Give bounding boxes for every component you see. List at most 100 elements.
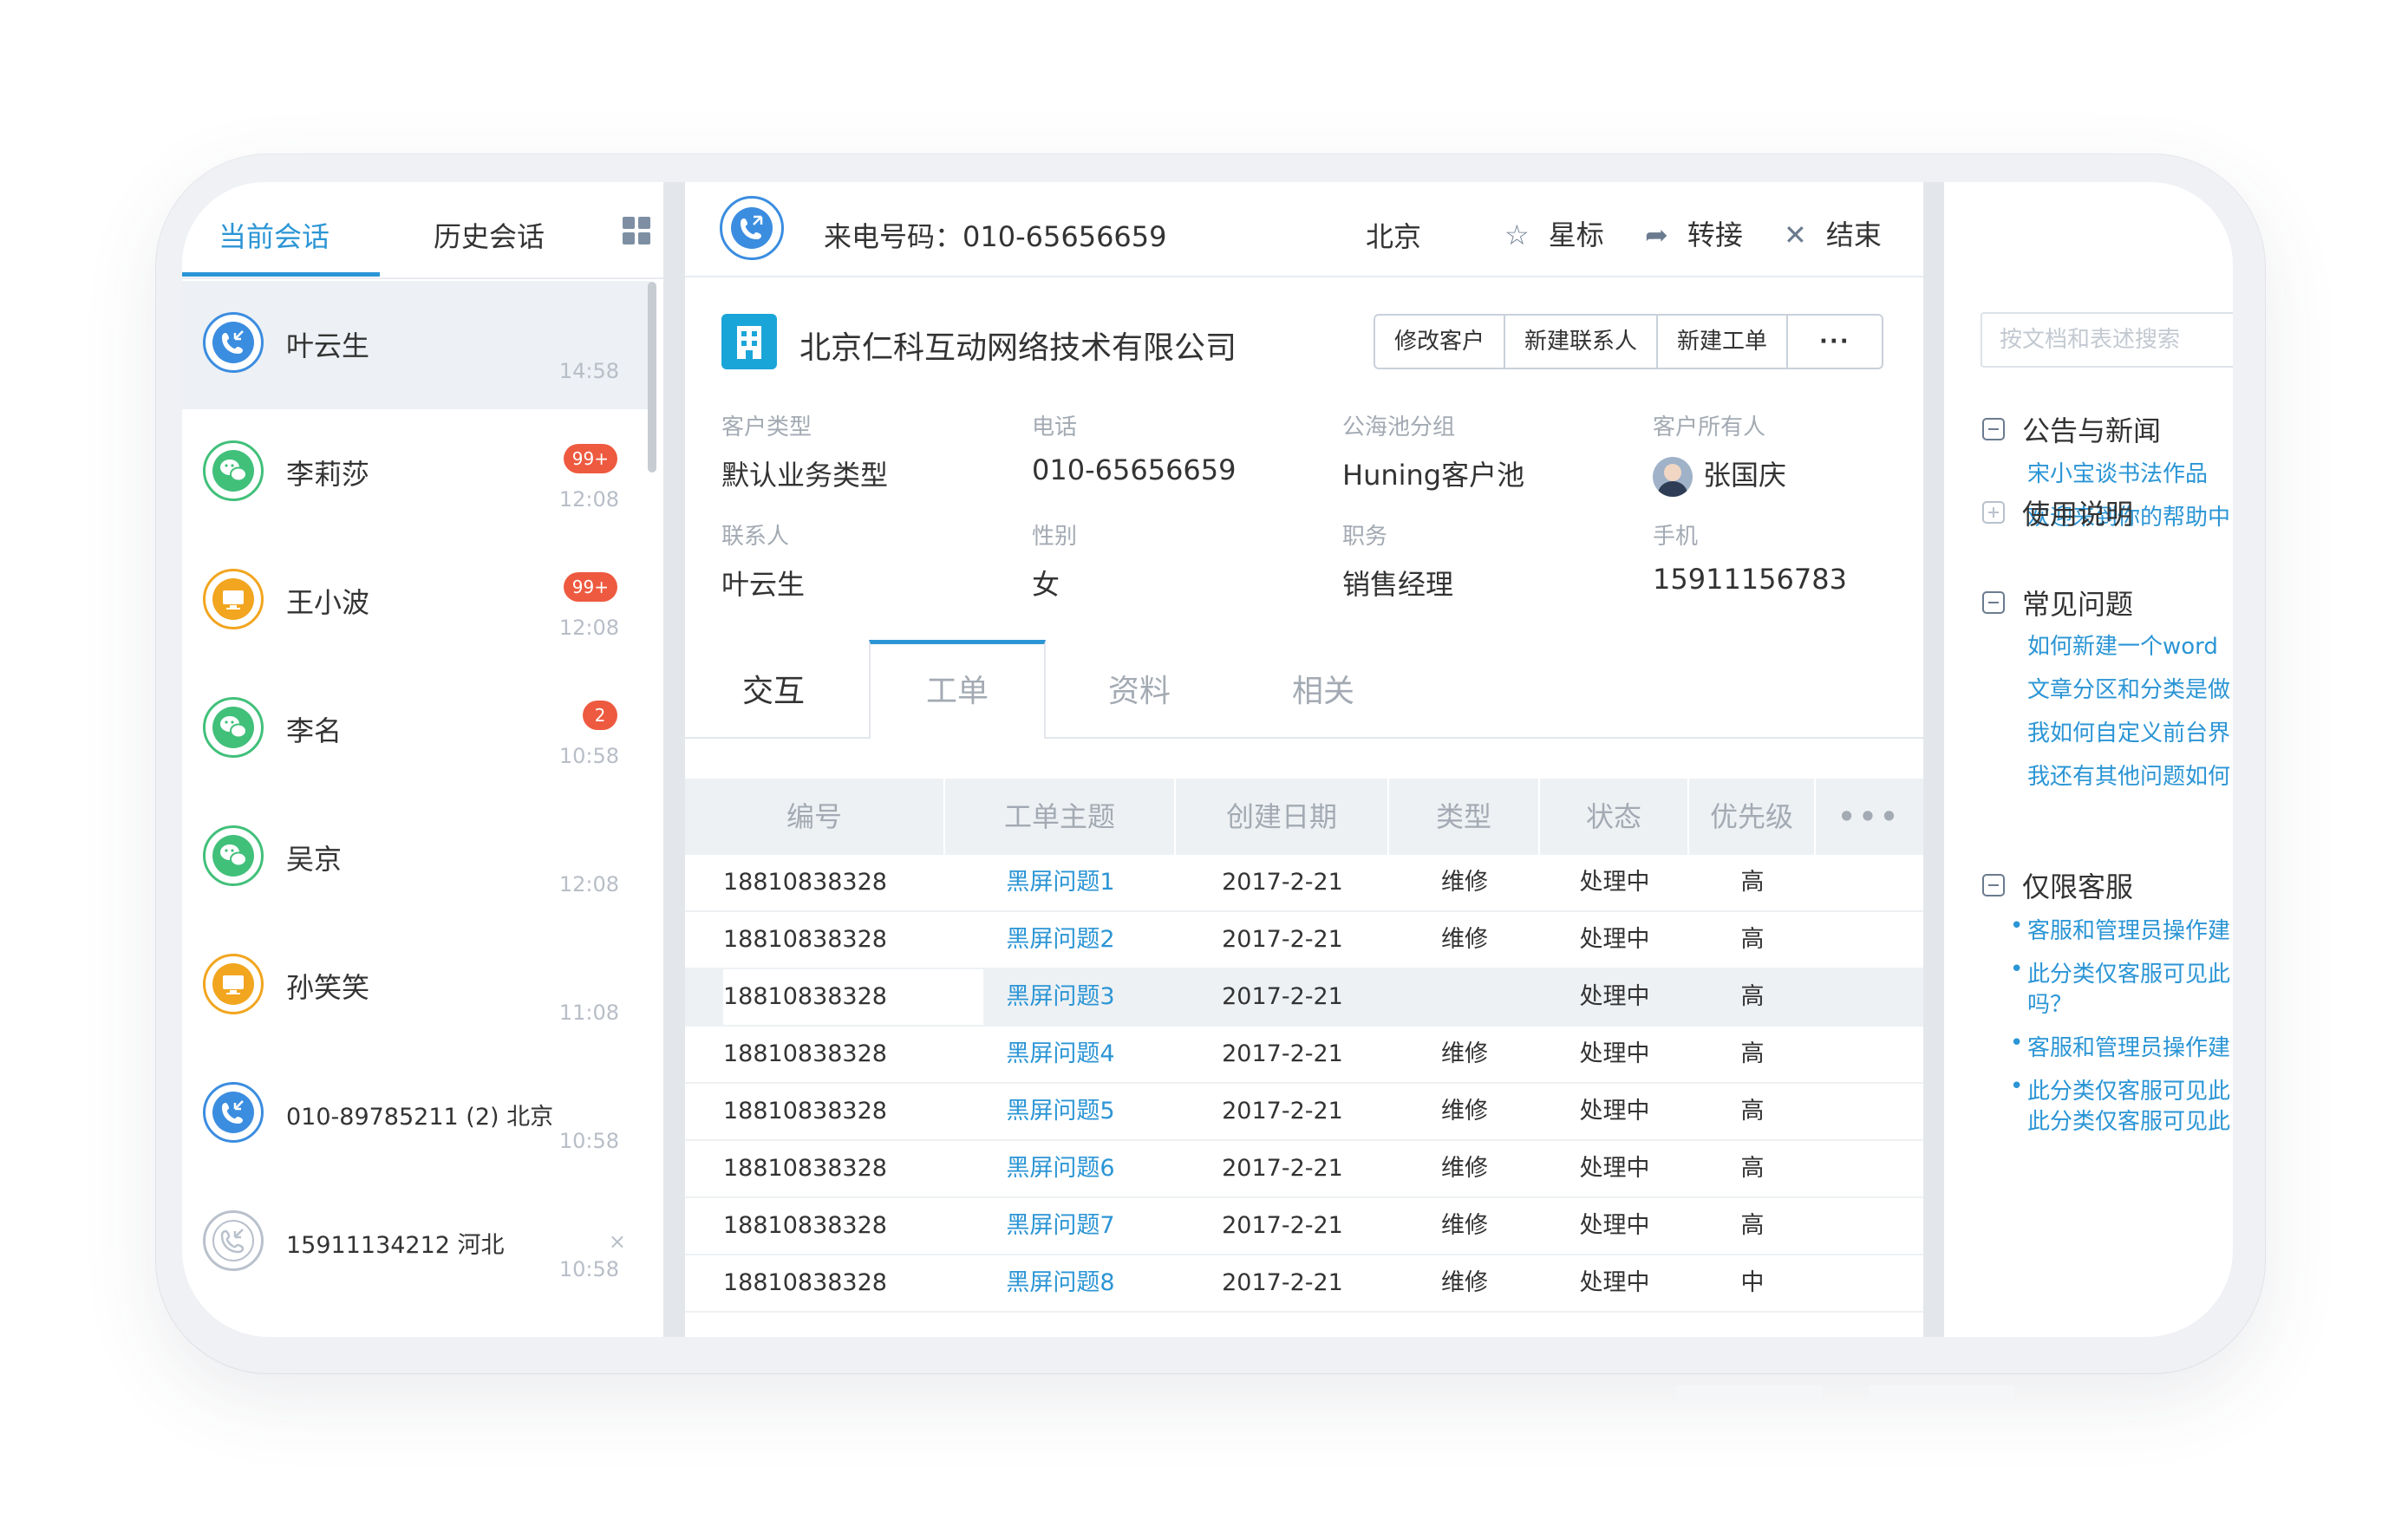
session-scrollbar[interactable] <box>648 282 656 473</box>
table-row[interactable]: 18810838328 黑屏问题2 2017-2-21 维修 处理中 高 <box>685 912 1923 969</box>
col-subject-cell[interactable]: 黑屏问题7 <box>945 1198 1176 1254</box>
expand-icon[interactable] <box>1982 501 2005 524</box>
collapse-icon[interactable] <box>1982 418 2005 440</box>
kb-section-announcements[interactable]: 公告与新闻 <box>1982 409 2161 449</box>
session-name: 15911134212 河北 <box>286 1232 505 1259</box>
kb-article-link[interactable]: 客服和管理员操作建 <box>2010 913 2230 945</box>
col-number-header: 编号 <box>685 779 945 855</box>
col-subject-cell[interactable]: 黑屏问题3 <box>945 969 1176 1025</box>
col-subject-cell[interactable]: 黑屏问题8 <box>945 1255 1176 1311</box>
kb-article-link[interactable]: 我如何自定义前台界 <box>2027 715 2230 747</box>
field-value: 010-65656659 <box>1032 453 1237 486</box>
table-row[interactable]: 18810838328 黑屏问题8 2017-2-21 维修 处理中 中 <box>685 1255 1923 1313</box>
unread-badge: 99+ <box>563 444 617 473</box>
tab-interaction[interactable]: 交互 <box>742 666 805 711</box>
col-subject-cell[interactable]: 黑屏问题2 <box>945 912 1176 968</box>
more-actions-button[interactable]: ··· <box>1788 316 1882 368</box>
table-row[interactable]: 18810838328 黑屏问题6 2017-2-21 维修 处理中 高 <box>685 1141 1923 1198</box>
col-subject-cell[interactable]: 黑屏问题6 <box>945 1141 1176 1196</box>
table-row[interactable]: 18810838328 黑屏问题5 2017-2-21 维修 处理中 高 <box>685 1084 1923 1141</box>
company-building-icon <box>721 314 777 369</box>
table-row[interactable]: 18810838328 黑屏问题3 2017-2-21 处理中 高 <box>685 969 1923 1027</box>
session-item[interactable]: 李名 10:58 2 <box>182 666 650 794</box>
grid-icon[interactable] <box>623 217 652 246</box>
session-item[interactable]: 孙笑笑 11:08 <box>182 922 650 1051</box>
owner-name: 张国庆 <box>1703 459 1787 492</box>
collapse-icon[interactable] <box>1982 874 2005 896</box>
col-more-header[interactable]: ••• <box>1816 779 1923 855</box>
kb-section-faq[interactable]: 常见问题 <box>1982 583 2133 623</box>
table-row[interactable]: 18810838328 黑屏问题7 2017-2-21 维修 处理中 高 <box>685 1198 1923 1255</box>
field-contact: 联系人 叶云生 <box>721 518 805 603</box>
end-call-button[interactable]: ✕ 结束 <box>1784 213 1882 253</box>
session-item[interactable]: 李莉莎 12:08 99+ <box>182 409 650 538</box>
col-subject-cell[interactable]: 黑屏问题5 <box>945 1084 1176 1139</box>
field-value: 销售经理 <box>1342 568 1454 601</box>
kb-article-link[interactable]: 客服和管理员操作建 <box>2010 1030 2230 1062</box>
tab-related[interactable]: 相关 <box>1292 666 1354 711</box>
col-subject-cell[interactable]: 黑屏问题4 <box>945 1027 1176 1082</box>
wechat-icon <box>203 697 264 758</box>
col-status-cell: 处理中 <box>1579 1269 1650 1296</box>
call-bar: 来电号码：010-65656659 北京 ☆ 星标 ➦ 转接 ✕ 结束 <box>685 182 1923 277</box>
kb-search-input[interactable] <box>1982 314 2233 366</box>
kb-article-link[interactable]: 此分类仅客服可见此 <box>2010 956 2230 988</box>
table-row[interactable]: 18810838328 黑屏问题1 2017-2-21 维修 处理中 高 <box>685 855 1923 912</box>
wechat-icon <box>203 440 264 501</box>
col-status-cell: 处理中 <box>1579 1155 1650 1182</box>
session-item[interactable]: 叶云生 14:58 <box>182 281 650 409</box>
edit-customer-button[interactable]: 修改客户 <box>1375 316 1506 368</box>
session-item[interactable]: 吴京 12:08 <box>182 794 650 922</box>
owner-avatar <box>1653 457 1693 497</box>
star-button[interactable]: ☆ 星标 <box>1504 213 1604 253</box>
kb-section-usage[interactable]: 使用说明 <box>1982 492 2133 532</box>
detail-tabs: 交互 工单 资料 相关 <box>685 640 1923 739</box>
col-created-cell: 2017-2-21 <box>1222 1269 1343 1296</box>
session-name: 吴京 <box>286 843 343 876</box>
section-title: 常见问题 <box>2022 588 2134 621</box>
field-value: 女 <box>1032 568 1060 601</box>
field-label: 职务 <box>1342 524 1388 550</box>
session-item[interactable]: 15911134212 河北 10:58 × <box>182 1179 650 1307</box>
table-row[interactable]: 18810838328 黑屏问题4 2017-2-21 维修 处理中 高 <box>685 1027 1923 1084</box>
session-item[interactable]: 王小波 12:08 99+ <box>182 538 650 666</box>
col-status-cell: 处理中 <box>1579 869 1650 896</box>
new-ticket-button[interactable]: 新建工单 <box>1658 316 1789 368</box>
kb-article-link[interactable]: 如何新建一个word <box>2027 629 2218 661</box>
collapse-icon[interactable] <box>1982 591 2005 614</box>
kb-article-link[interactable]: 吗？ <box>2027 987 2072 1019</box>
new-contact-button[interactable]: 新建联系人 <box>1505 316 1659 368</box>
session-time: 11:08 <box>558 1001 619 1025</box>
col-priority-header: 优先级 <box>1689 779 1816 855</box>
col-type-cell: 维修 <box>1441 1269 1488 1296</box>
kb-article-link[interactable]: 此分类仅客服可见此 <box>2027 1104 2230 1136</box>
session-time: 12:08 <box>558 872 619 896</box>
tab-history-sessions[interactable]: 历史会话 <box>434 215 545 255</box>
kb-section-staff-only[interactable]: 仅限客服 <box>1982 865 2133 905</box>
tab-current-sessions[interactable]: 当前会话 <box>219 215 330 255</box>
kb-article-link[interactable]: 此分类仅客服可见此 <box>2010 1073 2230 1105</box>
unread-badge: 2 <box>583 701 617 730</box>
close-session-icon[interactable]: × <box>609 1229 626 1254</box>
device-foot-left <box>1676 1385 1822 1399</box>
col-type-cell: 维修 <box>1441 1155 1488 1182</box>
kb-article-link[interactable]: 我还有其他问题如何 <box>2027 759 2230 791</box>
field-title: 职务 销售经理 <box>1342 518 1453 603</box>
col-subject-cell[interactable]: 黑屏问题1 <box>945 855 1176 910</box>
col-status-cell: 处理中 <box>1579 1212 1650 1239</box>
tab-materials[interactable]: 资料 <box>1108 666 1171 711</box>
field-mobile: 手机 15911156783 <box>1653 518 1847 596</box>
field-value[interactable]: 张国庆 <box>1653 453 1786 497</box>
web-chat-icon <box>203 569 264 629</box>
kb-search-box[interactable] <box>1981 312 2233 368</box>
kb-article-link[interactable]: 宋小宝谈书法作品 <box>2027 456 2208 488</box>
forward-icon: ➦ <box>1645 218 1668 251</box>
tab-tickets[interactable]: 工单 <box>926 666 989 711</box>
session-item[interactable]: 010-89785211 (2) 北京 10:58 <box>182 1051 650 1179</box>
field-label: 手机 <box>1653 524 1699 550</box>
session-time: 10:58 <box>558 1257 619 1281</box>
transfer-button[interactable]: ➦ 转接 <box>1645 213 1743 253</box>
session-time: 12:08 <box>558 487 619 512</box>
kb-article-link[interactable]: 文章分区和分类是做 <box>2027 672 2230 704</box>
col-status-cell: 处理中 <box>1579 1040 1650 1067</box>
